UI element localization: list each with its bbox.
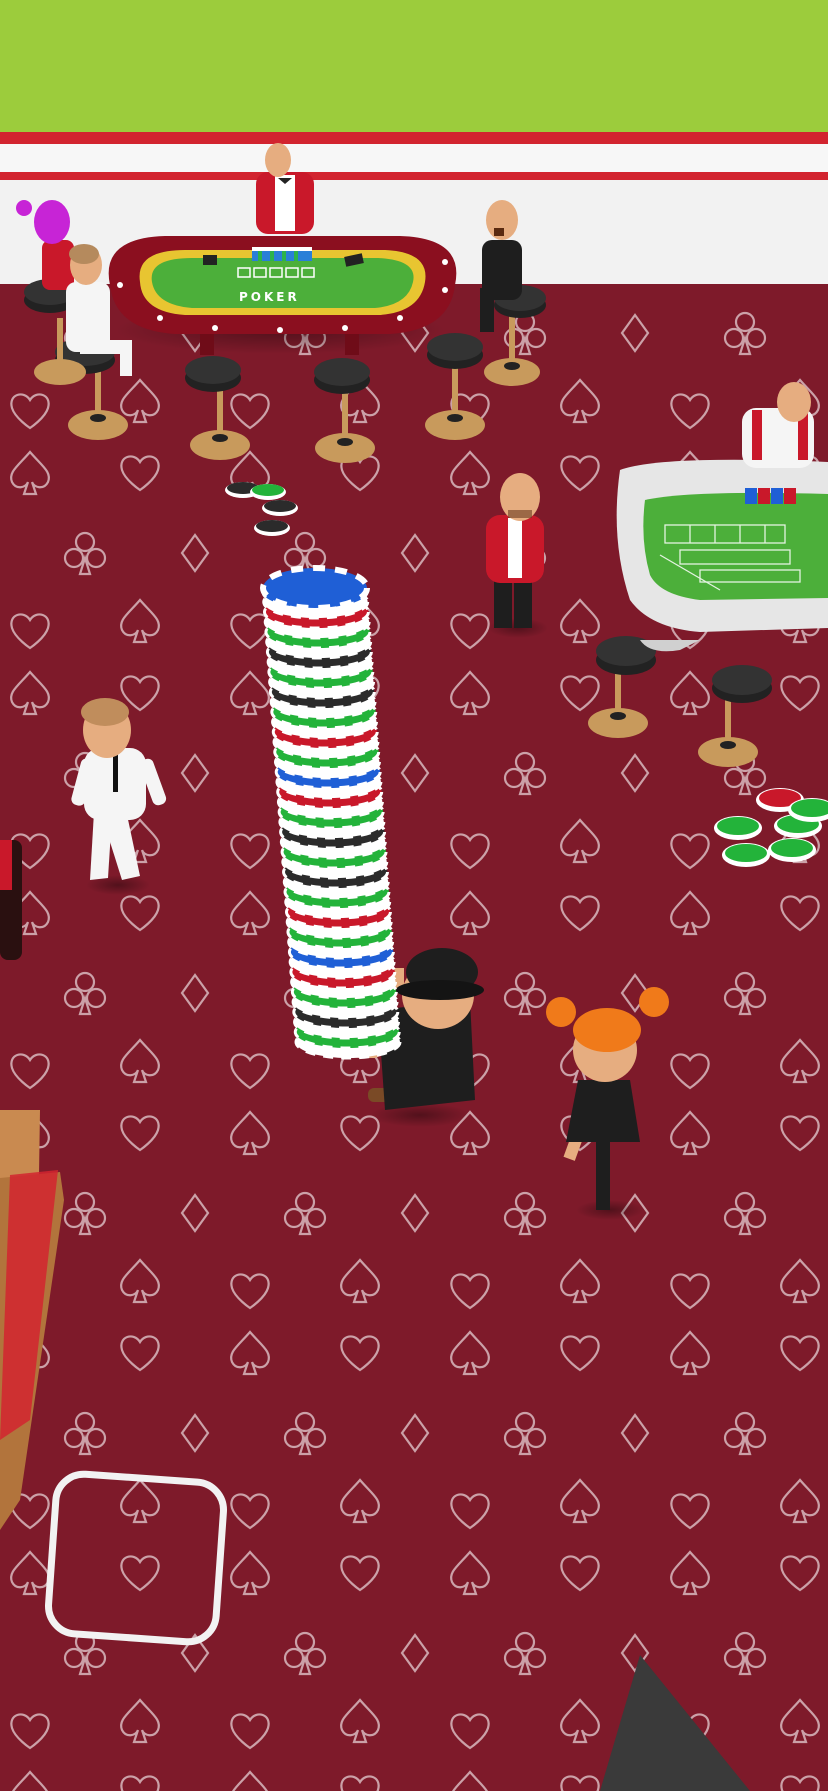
stack-top-chip	[260, 565, 370, 611]
edge-guest-left	[0, 840, 22, 960]
sky-background	[0, 0, 828, 135]
poker-chip-rack	[252, 247, 312, 261]
poker-table[interactable]: POKER	[108, 236, 457, 355]
poker-table-label: POKER	[239, 290, 300, 304]
casino-game-scene[interactable]: POKER	[0, 0, 828, 1791]
